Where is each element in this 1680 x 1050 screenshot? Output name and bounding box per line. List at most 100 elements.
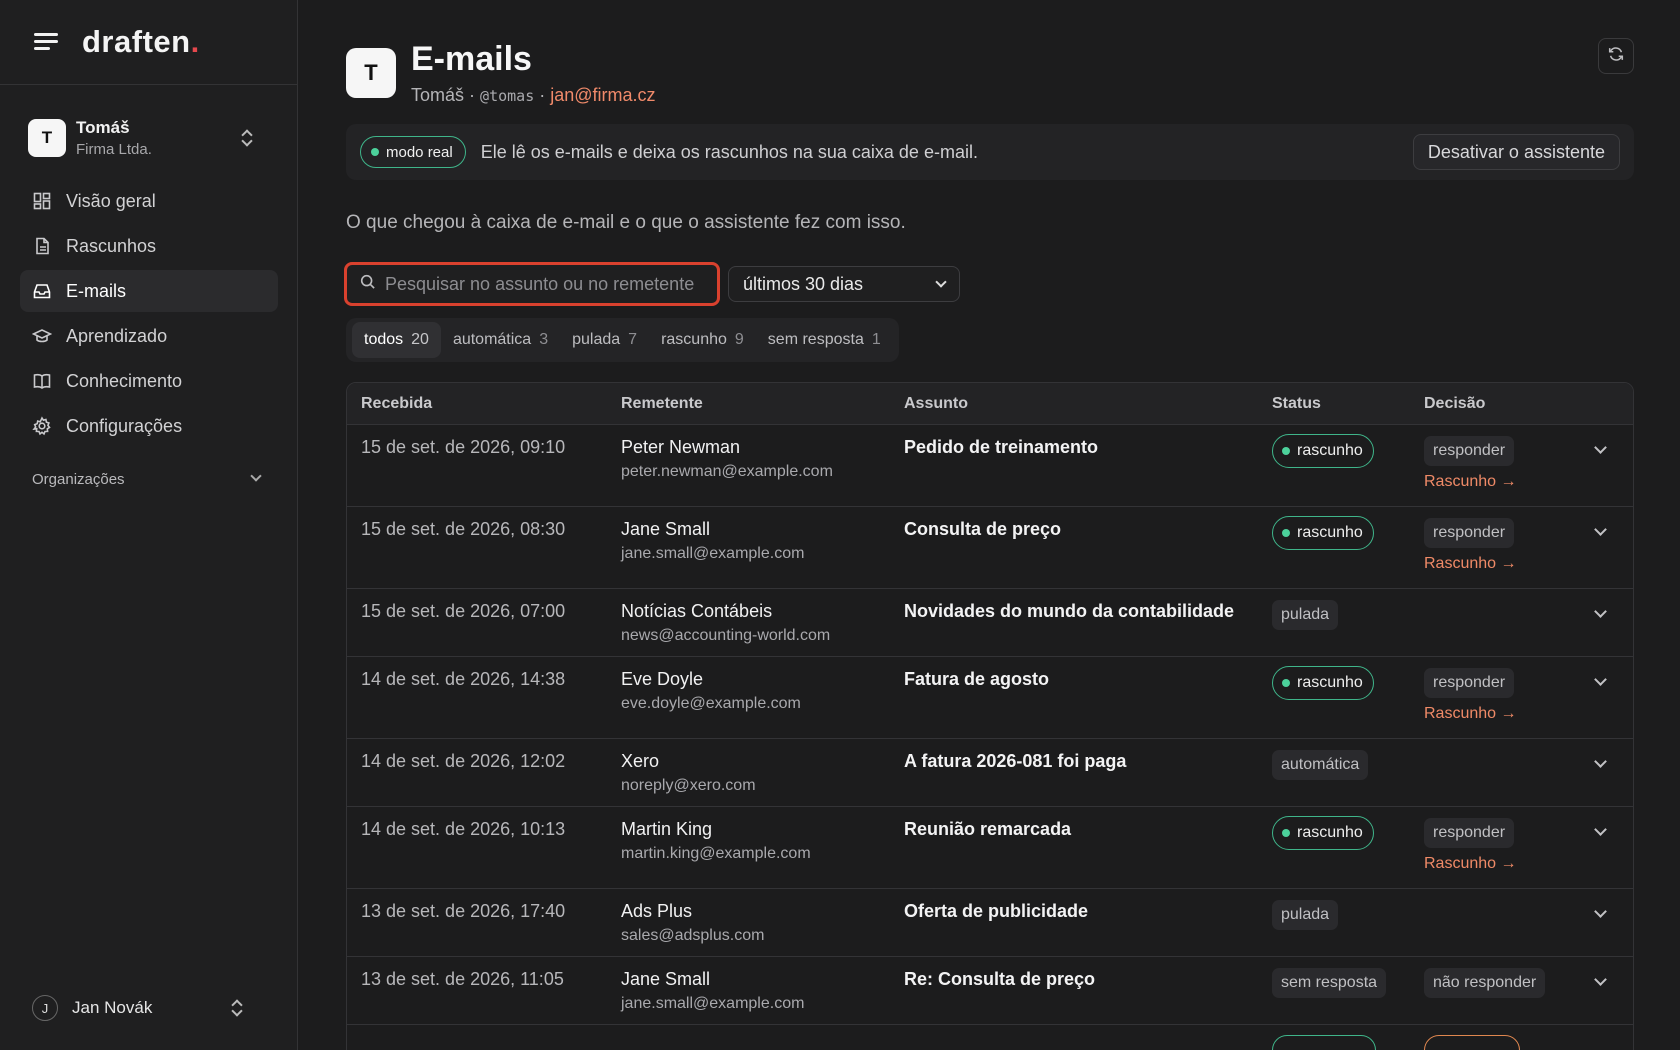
expand-row-chevron-icon[interactable] xyxy=(1594,523,1607,536)
expand-row-chevron-icon[interactable] xyxy=(1594,755,1607,768)
sidebar-item-settings[interactable]: Configurações xyxy=(20,405,278,447)
sidebar-item-label: Conhecimento xyxy=(66,370,183,391)
table-row[interactable]: 13 de set. de 2026, 17:40 Ads Plus sales@a… xyxy=(347,889,1633,957)
table-row[interactable]: 15 de set. de 2026, 08:30 Jane Small jane.… xyxy=(347,507,1633,589)
expand-row-chevron-icon[interactable] xyxy=(1594,973,1607,986)
status-badge: rascunho xyxy=(1272,516,1374,550)
expand-row-chevron-icon[interactable] xyxy=(1594,441,1607,454)
tab-all[interactable]: todos 20 xyxy=(352,322,441,358)
status-cell: rascunho xyxy=(1272,516,1374,550)
decision-badge: responder xyxy=(1424,668,1515,698)
column-header-status[interactable]: Status xyxy=(1272,395,1321,413)
grid-icon xyxy=(32,191,52,211)
open-draft-link[interactable]: Rascunho → xyxy=(1424,555,1517,573)
organizations-label: Organizações xyxy=(32,470,125,488)
assistant-mode-banner: modo real Ele lê os e-mails e deixa os r… xyxy=(346,124,1634,180)
expand-row-chevron-icon[interactable] xyxy=(1594,823,1607,836)
column-header-subject[interactable]: Assunto xyxy=(904,395,968,413)
tab-label: todos xyxy=(364,331,404,348)
tab-count: 20 xyxy=(411,331,429,348)
search-input[interactable] xyxy=(385,273,705,295)
org-company: Firma Ltda. xyxy=(76,141,152,158)
sidebar-item-label: Visão geral xyxy=(66,190,156,211)
tab-automatic[interactable]: automática 3 xyxy=(441,322,560,358)
email-subject: Re: Consulta de preço xyxy=(904,969,1096,989)
open-draft-link[interactable]: Rascunho → xyxy=(1424,473,1517,491)
received-date: 13 de set. de 2026, 11:05 xyxy=(361,969,564,989)
search-box[interactable] xyxy=(344,262,720,306)
refresh-button[interactable] xyxy=(1598,38,1634,74)
disable-assistant-button[interactable]: Desativar o assistente xyxy=(1412,134,1620,170)
account-avatar: T xyxy=(346,48,396,98)
account-email[interactable]: jan@firma.cz xyxy=(550,85,655,105)
sidebar-item-label: E-mails xyxy=(66,280,127,301)
open-draft-link[interactable]: Rascunho → xyxy=(1424,705,1517,723)
tab-label: sem resposta xyxy=(767,331,864,348)
status-badge xyxy=(1272,1035,1376,1050)
user-switcher[interactable]: J Jan Novák xyxy=(20,988,278,1028)
sender-name: Jane Small xyxy=(621,969,711,989)
decision-badge: responder xyxy=(1424,818,1515,848)
account-name: Tomáš xyxy=(411,85,465,105)
sender-cell: Ads Plus sales@adsplus.com xyxy=(621,901,764,945)
sender-email: noreply@xero.com xyxy=(621,777,756,794)
org-name: Tomáš xyxy=(76,118,130,137)
chevron-down-icon xyxy=(250,470,262,482)
tab-no-reply[interactable]: sem resposta 1 xyxy=(756,322,893,358)
status-label: rascunho xyxy=(1297,524,1363,541)
banner-text: Ele lê os e-mails e deixa os rascunhos n… xyxy=(480,141,978,162)
table-row[interactable]: 14 de set. de 2026, 10:13 Martin King mart… xyxy=(347,807,1633,889)
status-cell: pulada xyxy=(1272,898,1339,930)
decision-badge: responder xyxy=(1424,436,1515,466)
sender-name: Martin King xyxy=(621,819,713,839)
expand-row-chevron-icon[interactable] xyxy=(1594,673,1607,686)
separator: · xyxy=(539,85,546,105)
table-row[interactable] xyxy=(347,1025,1633,1050)
tab-skipped[interactable]: pulada 7 xyxy=(560,322,649,358)
gear-icon xyxy=(32,416,52,436)
sidebar-item-overview[interactable]: Visão geral xyxy=(20,180,278,222)
logo[interactable]: draften. xyxy=(82,24,200,60)
sidebar-item-knowledge[interactable]: Conhecimento xyxy=(20,360,278,402)
status-cell: automática xyxy=(1272,748,1369,780)
column-header-decision[interactable]: Decisão xyxy=(1424,395,1485,413)
received-date: 15 de set. de 2026, 08:30 xyxy=(361,519,566,539)
period-select[interactable]: últimos 30 dias xyxy=(728,266,960,302)
sidebar-item-emails[interactable]: E-mails xyxy=(20,270,278,312)
status-dot-icon xyxy=(1282,447,1290,455)
tab-count: 9 xyxy=(734,331,744,348)
status-badge: pulada xyxy=(1272,900,1339,930)
expand-row-chevron-icon[interactable] xyxy=(1594,605,1607,618)
table-row[interactable]: 13 de set. de 2026, 11:05 Jane Small jane.… xyxy=(347,957,1633,1025)
table-row[interactable]: 15 de set. de 2026, 07:00 Notícias Contáb… xyxy=(347,589,1633,657)
table-body: 15 de set. de 2026, 09:10 Peter Newman pet… xyxy=(347,425,1633,1025)
status-dot-icon xyxy=(1282,829,1290,837)
table-row[interactable]: 14 de set. de 2026, 14:38 Eve Doyle eve.do… xyxy=(347,657,1633,739)
emails-table: Recebida Remetente Assunto Status Decisã… xyxy=(346,382,1634,1050)
sidebar-item-drafts[interactable]: Rascunhos xyxy=(20,225,278,267)
sender-name: Notícias Contábeis xyxy=(621,601,773,621)
column-header-sender[interactable]: Remetente xyxy=(621,395,703,413)
separator: · xyxy=(469,85,476,105)
menu-icon[interactable] xyxy=(32,30,60,54)
email-subject: Novidades do mundo da contabilidade xyxy=(904,601,1235,621)
sidebar-item-learning[interactable]: Aprendizado xyxy=(20,315,278,357)
sender-name: Eve Doyle xyxy=(621,669,704,689)
open-draft-link[interactable]: Rascunho → xyxy=(1424,855,1517,873)
org-avatar: T xyxy=(28,119,66,157)
received-date: 15 de set. de 2026, 09:10 xyxy=(361,437,566,457)
tab-draft[interactable]: rascunho 9 xyxy=(649,322,756,358)
status-badge: sem resposta xyxy=(1272,968,1387,998)
email-subject: Reunião remarcada xyxy=(904,819,1072,839)
table-row[interactable]: 15 de set. de 2026, 09:10 Peter Newman pet… xyxy=(347,425,1633,507)
org-switcher[interactable]: T Tomáš Firma Ltda. xyxy=(20,110,278,166)
expand-row-chevron-icon[interactable] xyxy=(1594,905,1607,918)
live-mode-badge: modo real xyxy=(360,136,466,168)
sender-email: news@accounting-world.com xyxy=(621,627,831,644)
sender-name: Xero xyxy=(621,751,660,771)
organizations-section-toggle[interactable]: Organizações xyxy=(20,464,278,494)
table-row[interactable]: 14 de set. de 2026, 12:02 Xero noreply@xer… xyxy=(347,739,1633,807)
received-date: 14 de set. de 2026, 14:38 xyxy=(361,669,566,689)
column-header-received[interactable]: Recebida xyxy=(361,395,432,413)
chevron-down-icon xyxy=(935,276,947,288)
